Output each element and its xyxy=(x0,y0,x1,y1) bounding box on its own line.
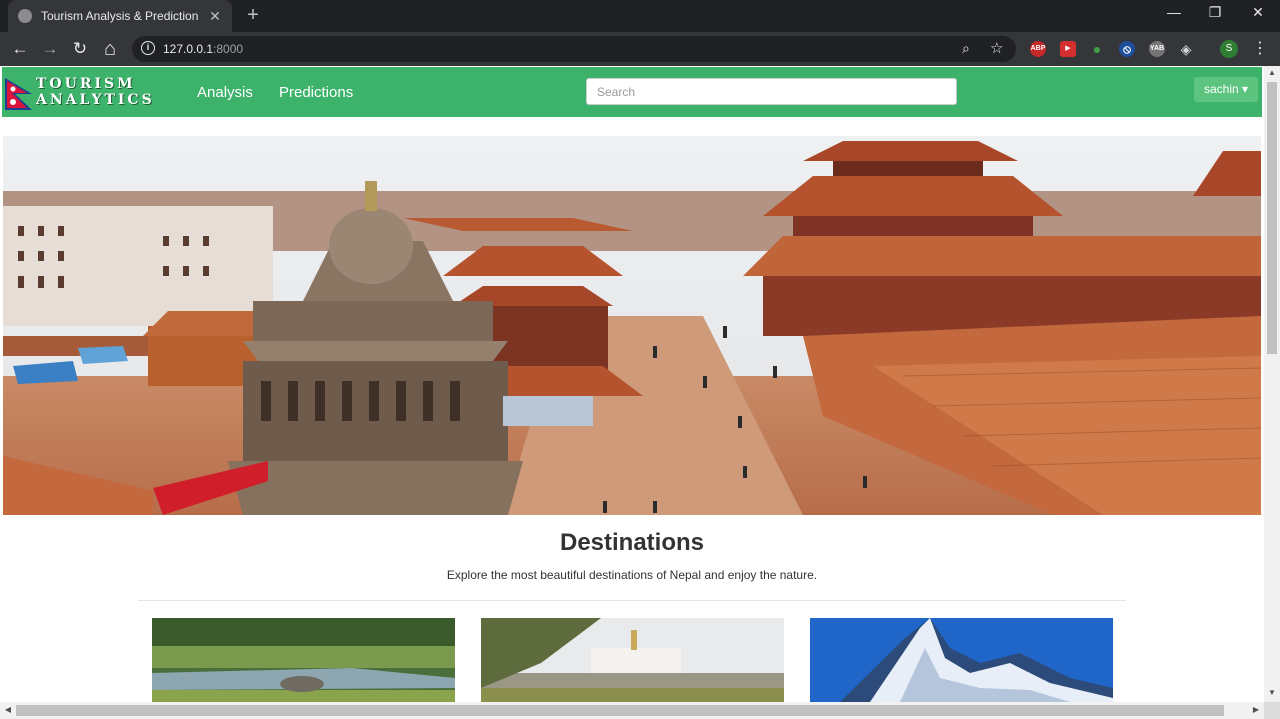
url-port: :8000 xyxy=(213,42,244,56)
scroll-left-icon[interactable]: ◀ xyxy=(0,705,16,714)
back-button[interactable]: ← xyxy=(9,38,31,60)
vertical-scroll-thumb[interactable] xyxy=(1267,82,1277,354)
forward-button[interactable]: → xyxy=(39,38,61,60)
destinations-heading: Destinations xyxy=(559,529,705,556)
site-logo[interactable]: Tourism Analytics xyxy=(4,76,160,112)
horizontal-scrollbar[interactable]: ◀ ▶ xyxy=(0,702,1264,719)
new-tab-button[interactable]: + xyxy=(243,4,263,27)
destination-card-chitwan-image[interactable] xyxy=(152,618,455,702)
vertical-scrollbar[interactable]: ▲ ▼ xyxy=(1264,66,1280,702)
restore-button[interactable]: ❐ xyxy=(1205,4,1225,21)
bookmark-star-icon[interactable]: ☆ xyxy=(990,39,1003,57)
brand-line-1: Tourism xyxy=(36,76,136,92)
nav-analysis[interactable]: Analysis xyxy=(197,84,253,101)
reload-button[interactable]: ↻ xyxy=(69,38,91,60)
home-button[interactable]: ⌂ xyxy=(99,38,121,60)
nav-predictions[interactable]: Predictions xyxy=(279,84,353,101)
browser-toolbar: ← → ↻ ⌂ i 127.0.0.1:8000 ⌕ ☆ ABP ▶ ● ⦸ Y… xyxy=(0,32,1280,66)
browser-tab[interactable]: Tourism Analysis & Prediction ✕ xyxy=(8,0,232,32)
user-menu-button[interactable]: sachin ▾ xyxy=(1194,77,1258,102)
search-input[interactable]: Search xyxy=(586,78,957,105)
section-divider xyxy=(138,600,1126,601)
profile-avatar[interactable]: S xyxy=(1220,40,1238,58)
page-viewport: Tourism Analytics Analysis Predictions S… xyxy=(0,66,1264,702)
minimize-button[interactable]: — xyxy=(1164,4,1184,20)
scroll-right-icon[interactable]: ▶ xyxy=(1248,705,1264,714)
tab-title: Tourism Analysis & Prediction xyxy=(41,9,199,23)
zoom-icon[interactable]: ⌕ xyxy=(962,40,970,57)
green-extension-icon[interactable]: ● xyxy=(1089,41,1105,57)
info-icon[interactable]: i xyxy=(141,41,155,55)
url-host: 127.0.0.1 xyxy=(163,42,214,56)
scrollbar-corner xyxy=(1264,702,1280,719)
destination-card-lumbini-image[interactable] xyxy=(481,618,784,702)
nepal-flag-icon xyxy=(5,78,32,110)
block-extension-icon[interactable]: ⦸ xyxy=(1119,41,1135,57)
scroll-down-icon[interactable]: ▼ xyxy=(1264,688,1280,697)
video-extension-icon[interactable]: ▶ xyxy=(1060,41,1076,57)
destination-card-machhapuchhre-image[interactable] xyxy=(810,618,1113,702)
horizontal-scroll-thumb[interactable] xyxy=(16,705,1224,716)
yab-extension-icon[interactable]: YAB xyxy=(1149,41,1165,57)
browser-tab-strip: Tourism Analysis & Prediction ✕ + — ❐ ✕ xyxy=(0,0,1280,32)
brand-line-2: Analytics xyxy=(36,92,155,108)
url-text: 127.0.0.1:8000 xyxy=(163,42,243,56)
browser-menu-icon[interactable]: ⋮ xyxy=(1252,38,1268,58)
adblock-extension-icon[interactable]: ABP xyxy=(1030,41,1046,57)
address-bar[interactable]: i 127.0.0.1:8000 ⌕ ☆ xyxy=(132,36,1016,62)
site-navbar: Tourism Analytics Analysis Predictions S… xyxy=(2,67,1262,117)
shield-extension-icon[interactable]: ◈ xyxy=(1178,41,1194,57)
close-tab-icon[interactable]: ✕ xyxy=(208,8,222,25)
brand-name: Tourism Analytics xyxy=(36,76,155,108)
globe-icon xyxy=(18,9,32,23)
hero-image xyxy=(3,136,1261,515)
destinations-subtitle: Explore the most beautiful destinations … xyxy=(446,568,818,582)
close-window-button[interactable]: ✕ xyxy=(1248,4,1268,21)
scroll-up-icon[interactable]: ▲ xyxy=(1264,68,1280,77)
